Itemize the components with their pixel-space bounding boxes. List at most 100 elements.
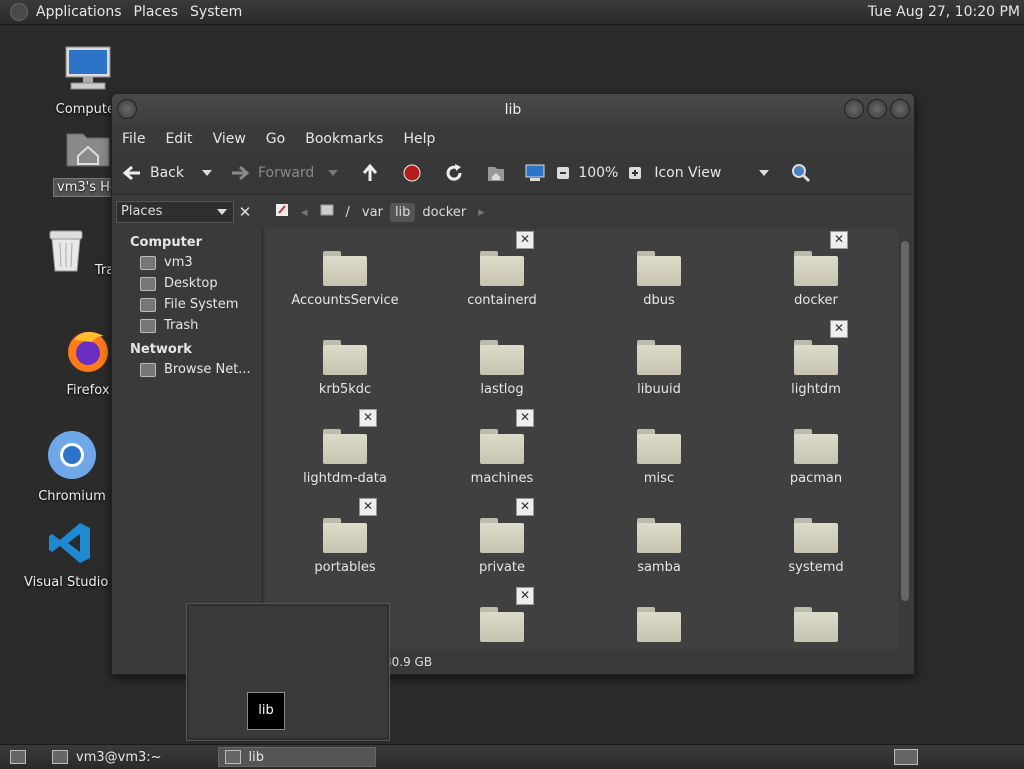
- back-button[interactable]: Back: [122, 163, 212, 183]
- zoom-out-icon[interactable]: [556, 166, 570, 180]
- menu-help[interactable]: Help: [393, 131, 445, 147]
- folder-name: containerd: [467, 293, 537, 308]
- zoom-in-icon[interactable]: [628, 166, 642, 180]
- search-icon[interactable]: [791, 163, 811, 183]
- clock[interactable]: Tue Aug 27, 10:20 PM: [868, 4, 1020, 20]
- breadcrumb-right-icon[interactable]: ▸: [473, 203, 490, 222]
- sidebar-mode-select[interactable]: Places: [116, 201, 234, 223]
- sidebar-header-computer: Computer: [130, 235, 203, 250]
- preview-image: [189, 606, 387, 738]
- sidebar-item-desktop[interactable]: Desktop: [112, 273, 262, 294]
- back-dropdown-icon[interactable]: [202, 170, 212, 176]
- folder-item[interactable]: misc: [584, 429, 734, 486]
- system-menu[interactable]: System: [184, 4, 248, 20]
- folder-item[interactable]: ✕ private: [427, 498, 577, 575]
- menu-edit[interactable]: Edit: [155, 131, 202, 147]
- menu-file[interactable]: File: [112, 131, 155, 147]
- window-preview-thumbnail[interactable]: lib: [186, 603, 390, 741]
- folder-item[interactable]: libuuid: [584, 340, 734, 397]
- folder-item[interactable]: lastlog: [427, 340, 577, 397]
- folder-item[interactable]: systemd: [741, 518, 891, 575]
- folder-item[interactable]: samba: [584, 518, 734, 575]
- trash-icon: [140, 318, 156, 333]
- folder-item[interactable]: ✕ portables: [270, 498, 420, 575]
- folder-item[interactable]: ✕ docker: [741, 231, 891, 308]
- home-folder-icon: [66, 133, 110, 167]
- breadcrumb-docker[interactable]: docker: [417, 203, 471, 222]
- folder-item[interactable]: dbus: [584, 251, 734, 308]
- folder-item[interactable]: pacman: [741, 429, 891, 486]
- window-titlebar[interactable]: lib: [112, 94, 914, 126]
- menu-go[interactable]: Go: [256, 131, 295, 147]
- folder-item[interactable]: ✕ containerd: [427, 231, 577, 308]
- view-mode-select[interactable]: Icon View: [654, 165, 770, 181]
- show-desktop-icon[interactable]: [4, 747, 32, 767]
- folder-item[interactable]: AccountsService: [270, 251, 420, 308]
- file-manager-window[interactable]: lib File Edit View Go Bookmarks Help Bac…: [111, 93, 915, 675]
- computer-icon: [65, 46, 111, 90]
- vertical-scrollbar[interactable]: [898, 229, 912, 649]
- window-title: lib: [504, 102, 522, 118]
- no-access-emblem-icon: ✕: [516, 409, 534, 427]
- reload-icon[interactable]: [444, 163, 464, 183]
- drive-icon[interactable]: [315, 201, 339, 223]
- sidebar-item-file-system[interactable]: File System: [112, 294, 262, 315]
- up-icon[interactable]: [360, 163, 380, 183]
- folder-icon: [637, 340, 681, 376]
- folder-icon: ✕: [323, 498, 377, 554]
- toolbar: Back Forward 100% Icon View: [112, 152, 914, 195]
- sidebar-item-vm3[interactable]: vm3: [112, 252, 262, 273]
- network-icon: [140, 362, 156, 377]
- desktop-icon: [10, 750, 26, 764]
- menu-view[interactable]: View: [203, 131, 256, 147]
- folder-name: libuuid: [637, 382, 681, 397]
- folder-item[interactable]: [584, 607, 734, 649]
- no-access-emblem-icon: ✕: [359, 409, 377, 427]
- workspace-switcher[interactable]: [888, 747, 924, 767]
- taskbar-item-terminal[interactable]: vm3@vm3:~: [46, 747, 168, 767]
- folder-item[interactable]: krb5kdc: [270, 340, 420, 397]
- sidebar-item-trash[interactable]: Trash: [112, 315, 262, 336]
- file-icon-view[interactable]: AccountsService ✕ containerd dbus ✕ docker krb…: [266, 229, 898, 649]
- sidebar-header-network: Network: [130, 342, 192, 357]
- trash-icon: [49, 230, 83, 272]
- desktop-icon-chromium[interactable]: Chromium: [27, 430, 117, 509]
- stop-icon[interactable]: [402, 163, 422, 183]
- breadcrumb-lib[interactable]: lib: [389, 202, 416, 222]
- taskbar-item-lib[interactable]: lib: [217, 747, 376, 767]
- close-sidebar-icon[interactable]: ✕: [234, 201, 256, 223]
- desktop-icon-vscode[interactable]: Visual Studio Code: [20, 520, 120, 595]
- distro-logo-icon[interactable]: [10, 3, 28, 21]
- edit-location-icon[interactable]: [270, 201, 294, 223]
- breadcrumb-var[interactable]: var: [357, 203, 388, 222]
- folder-icon: [794, 429, 838, 465]
- folder-icon: ✕: [480, 409, 534, 465]
- chromium-icon: [48, 431, 96, 479]
- folder-icon: ✕: [480, 587, 534, 643]
- computer-icon[interactable]: [524, 163, 546, 183]
- folder-name: pacman: [789, 471, 843, 486]
- maximize-button[interactable]: [867, 99, 887, 119]
- folder-item[interactable]: ✕: [427, 587, 577, 649]
- taskbar-label: lib: [248, 749, 265, 765]
- folder-icon: [480, 340, 524, 376]
- folder-icon: [323, 251, 367, 287]
- forward-button[interactable]: Forward: [230, 163, 339, 183]
- folder-item[interactable]: ✕ machines: [427, 409, 577, 486]
- folder-item[interactable]: [741, 607, 891, 649]
- breadcrumb-root[interactable]: /: [341, 203, 355, 222]
- places-menu[interactable]: Places: [128, 4, 185, 20]
- folder-item[interactable]: ✕ lightdm: [741, 320, 891, 397]
- breadcrumb-left-icon[interactable]: ◂: [296, 203, 313, 222]
- folder-item[interactable]: ✕ lightdm-data: [270, 409, 420, 486]
- close-button[interactable]: [890, 99, 910, 119]
- breadcrumb: ◂ / var lib docker ▸: [270, 201, 492, 223]
- menu-bookmarks[interactable]: Bookmarks: [295, 131, 393, 147]
- home-icon[interactable]: [486, 163, 506, 183]
- folder-icon: [794, 607, 838, 643]
- applications-menu[interactable]: Applications: [30, 4, 128, 20]
- sidebar-item-browse-network[interactable]: Browse Net...: [112, 359, 262, 380]
- minimize-button[interactable]: [844, 99, 864, 119]
- forward-dropdown-icon[interactable]: [328, 170, 339, 176]
- scrollbar-thumb[interactable]: [901, 241, 909, 601]
